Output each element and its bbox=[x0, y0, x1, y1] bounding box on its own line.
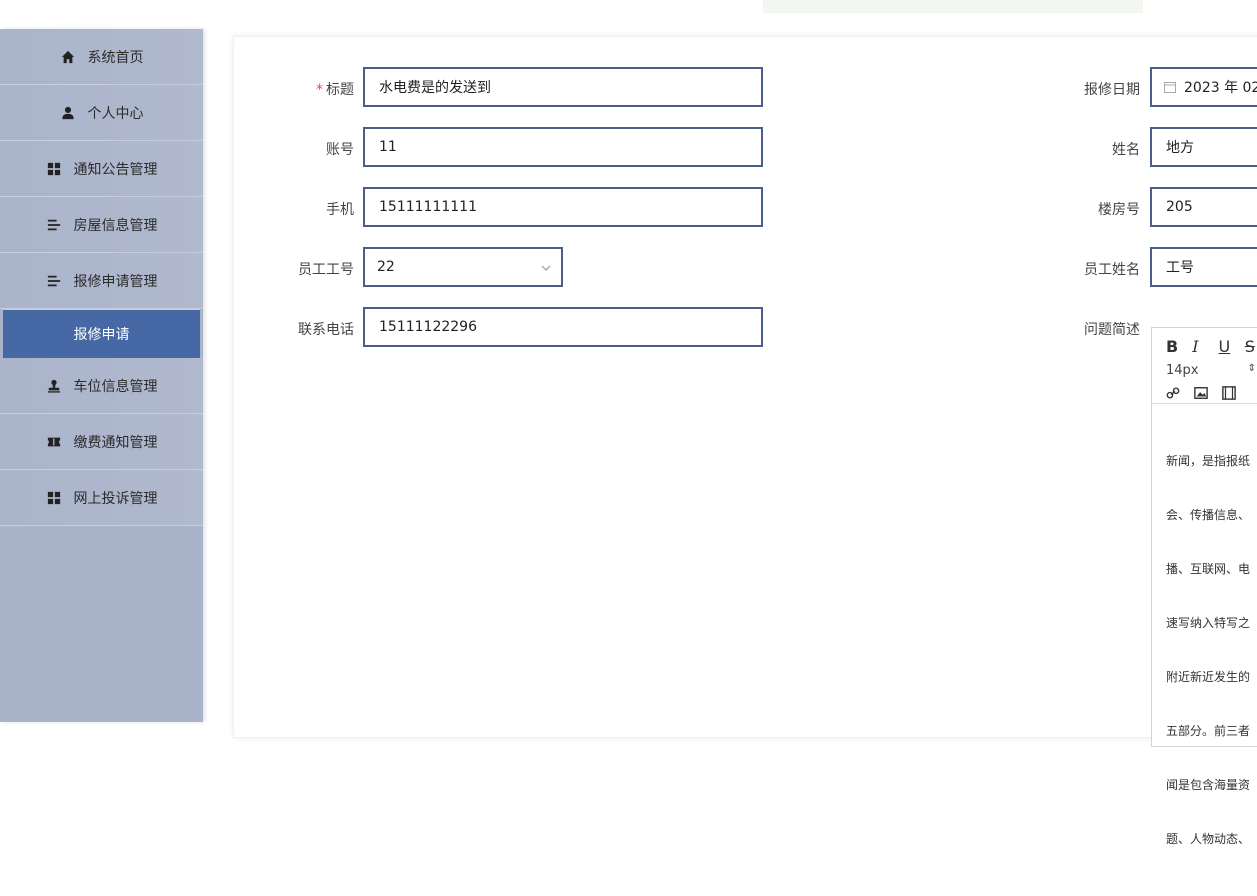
top-strip bbox=[763, 0, 1143, 13]
ticket-icon bbox=[46, 434, 62, 450]
description-label: 问题简述 bbox=[1084, 322, 1140, 338]
staff-id-value: 22 bbox=[377, 259, 395, 275]
editor-line: 速写纳入特写之 bbox=[1166, 616, 1251, 630]
calendar-icon bbox=[1164, 82, 1176, 93]
contact-label: 联系电话 bbox=[298, 322, 354, 338]
bold-button[interactable]: B bbox=[1166, 337, 1192, 356]
building-label: 楼房号 bbox=[1098, 202, 1140, 218]
editor-line: 播、互联网、电 bbox=[1166, 562, 1251, 576]
chevron-down-icon bbox=[541, 265, 551, 271]
underline-button[interactable]: U bbox=[1219, 337, 1245, 356]
sidebar-item-label: 个人中心 bbox=[87, 105, 144, 122]
building-input-field[interactable] bbox=[1164, 198, 1257, 216]
staff-id-label: 员工工号 bbox=[298, 262, 354, 278]
date-picker[interactable]: 2023 年 02 月 bbox=[1150, 67, 1257, 107]
updown-icon: ⇕ bbox=[1247, 362, 1256, 374]
name-input[interactable] bbox=[1150, 127, 1257, 167]
building-input[interactable] bbox=[1150, 187, 1257, 227]
form-panel: *标题 账号 手机 员工工号 22 联系电话 报修日期 2023 年 02 月 … bbox=[233, 36, 1257, 846]
sidebar-item-complaint[interactable]: 网上投诉管理 bbox=[0, 470, 203, 526]
sidebar-item-label: 房屋信息管理 bbox=[73, 217, 158, 234]
editor-toolbar: B I U S 14px ⇕ bbox=[1152, 328, 1257, 404]
sidebar-item-notice[interactable]: 通知公告管理 bbox=[0, 141, 203, 197]
name-input-field[interactable] bbox=[1164, 138, 1257, 156]
list-icon bbox=[46, 273, 62, 289]
sidebar-item-label: 报修申请 bbox=[73, 327, 130, 343]
font-size-value: 14px bbox=[1166, 362, 1199, 378]
sidebar-subitem-repair-apply[interactable]: 报修申请 bbox=[3, 309, 200, 358]
phone-label: 手机 bbox=[326, 202, 354, 218]
rich-text-editor[interactable]: B I U S 14px ⇕ 新闻，是指报纸 会、传播信息、 播、互联网、电 速… bbox=[1151, 327, 1257, 846]
title-input-field[interactable] bbox=[377, 78, 761, 96]
sidebar-item-profile[interactable]: 个人中心 bbox=[0, 85, 203, 141]
editor-line: 新闻，是指报纸 bbox=[1166, 454, 1251, 468]
contact-input[interactable] bbox=[363, 307, 763, 347]
sidebar-item-house[interactable]: 房屋信息管理 bbox=[0, 197, 203, 253]
account-input-field[interactable] bbox=[377, 138, 761, 156]
grid-icon bbox=[46, 161, 62, 177]
editor-line: 五部分。前三者 bbox=[1166, 724, 1251, 738]
sidebar-item-repair[interactable]: 报修申请管理 bbox=[0, 253, 203, 309]
date-label: 报修日期 bbox=[1084, 82, 1140, 98]
phone-input[interactable] bbox=[363, 187, 763, 227]
sidebar-item-label: 缴费通知管理 bbox=[73, 434, 158, 451]
italic-button[interactable]: I bbox=[1192, 337, 1218, 356]
stamp-icon bbox=[46, 378, 62, 394]
staff-id-select[interactable]: 22 bbox=[363, 247, 563, 287]
strike-button[interactable]: S bbox=[1245, 337, 1257, 356]
font-size-select[interactable]: 14px ⇕ bbox=[1166, 363, 1256, 378]
account-label: 账号 bbox=[326, 142, 354, 158]
name-label: 姓名 bbox=[1112, 142, 1140, 158]
image-icon[interactable] bbox=[1194, 385, 1222, 404]
video-icon[interactable] bbox=[1222, 385, 1250, 404]
list-icon bbox=[46, 217, 62, 233]
staff-name-input[interactable] bbox=[1150, 247, 1257, 287]
editor-line: 会、传播信息、 bbox=[1166, 508, 1251, 522]
sidebar-item-label: 通知公告管理 bbox=[73, 161, 158, 178]
sidebar-item-label: 车位信息管理 bbox=[73, 378, 158, 395]
phone-input-field[interactable] bbox=[377, 198, 761, 216]
editor-line: 附近新近发生的 bbox=[1166, 670, 1251, 684]
sidebar-item-label: 报修申请管理 bbox=[73, 273, 158, 290]
sidebar-item-home[interactable]: 系统首页 bbox=[0, 29, 203, 85]
user-icon bbox=[60, 105, 76, 121]
sidebar: 系统首页 个人中心 通知公告管理 房屋信息管理 报修申请管理 报修申请 车位信息… bbox=[0, 29, 203, 722]
home-icon bbox=[60, 49, 76, 65]
sidebar-item-label: 系统首页 bbox=[87, 49, 144, 66]
editor-content[interactable]: 新闻，是指报纸 会、传播信息、 播、互联网、电 速写纳入特写之 附近新近发生的 … bbox=[1152, 404, 1257, 896]
editor-line: 闻是包含海量资 bbox=[1166, 778, 1251, 792]
staff-name-label: 员工姓名 bbox=[1084, 262, 1140, 278]
title-input[interactable] bbox=[363, 67, 763, 107]
contact-input-field[interactable] bbox=[377, 318, 761, 336]
sidebar-item-parking[interactable]: 车位信息管理 bbox=[0, 358, 203, 414]
staff-name-input-field[interactable] bbox=[1164, 258, 1257, 276]
link-icon[interactable] bbox=[1166, 385, 1194, 404]
title-label: * 标题 bbox=[316, 82, 354, 98]
date-value: 2023 年 02 月 bbox=[1184, 80, 1257, 96]
sidebar-item-payment[interactable]: 缴费通知管理 bbox=[0, 414, 203, 470]
account-input[interactable] bbox=[363, 127, 763, 167]
sidebar-item-label: 网上投诉管理 bbox=[73, 490, 158, 507]
editor-line: 题、人物动态、 bbox=[1166, 832, 1251, 846]
grid-icon bbox=[46, 490, 62, 506]
